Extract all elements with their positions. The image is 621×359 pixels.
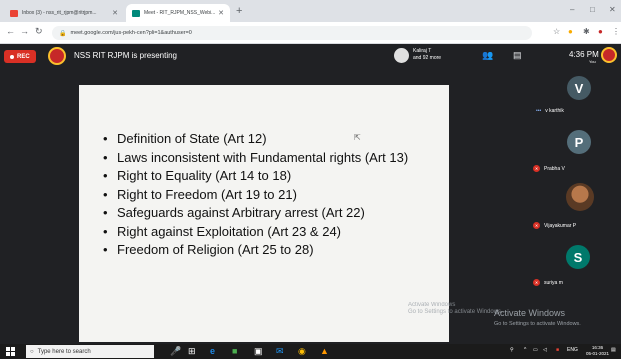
presenter-avatar: [48, 47, 66, 65]
windows-start-icon[interactable]: [6, 347, 15, 356]
taskbar-search[interactable]: ○ Type here to search: [26, 345, 154, 358]
participant-avatar: [394, 48, 409, 63]
taskbar-date: 05-01-2021: [586, 351, 610, 356]
briefcase-icon[interactable]: ▣: [254, 346, 263, 357]
task-view-icon[interactable]: ⊞: [188, 346, 196, 357]
mic-off-icon: ✕: [533, 222, 540, 229]
back-icon[interactable]: ←: [6, 26, 15, 36]
chrome-icon[interactable]: ◉: [298, 346, 306, 357]
browser-toolbar: ← → ↻ 🔒 meet.google.com/jus-pekh-cen?pli…: [0, 22, 621, 44]
people-tray-icon[interactable]: ⚲: [510, 347, 514, 353]
mail-icon[interactable]: ✉: [276, 346, 284, 357]
menu-icon[interactable]: ⋮: [612, 27, 620, 36]
participant-label: ✕ suriya m: [533, 279, 563, 286]
volume-icon[interactable]: ◁: [543, 347, 547, 353]
slide-bullet-list: Definition of State (Art 12) Laws incons…: [103, 131, 413, 261]
tab-title: Inbox (3) - nss_rit_rjpm@ritrjpm...: [22, 10, 97, 16]
presenting-text: NSS RIT RJPM is presenting: [74, 51, 177, 60]
antivirus-icon[interactable]: ■: [556, 347, 559, 353]
language-indicator[interactable]: ENG: [567, 347, 578, 353]
people-icon[interactable]: 👥: [482, 50, 493, 61]
browser-tab-strip: Inbox (3) - nss_rit_rjpm@ritrjpm... ✕ Me…: [0, 0, 621, 22]
profile-icon[interactable]: ●: [598, 27, 603, 36]
maximize-button[interactable]: □: [590, 5, 595, 14]
bullet-item: Right to Equality (Art 14 to 18): [103, 168, 413, 184]
bullet-item: Freedom of Religion (Art 25 to 28): [103, 242, 413, 258]
activation-watermark-subtitle: Go to Settings to activate Windows.: [494, 321, 581, 327]
participant-name: suriya m: [544, 279, 563, 286]
reload-icon[interactable]: ↻: [35, 26, 43, 37]
participant-avatar-vkarthik: V: [567, 76, 591, 100]
participant-label: ••• v karthik: [536, 108, 564, 114]
gmail-icon: [10, 9, 18, 17]
address-bar[interactable]: 🔒 meet.google.com/jus-pekh-cen?pli=1&aut…: [52, 26, 532, 40]
edge-icon[interactable]: e: [210, 346, 215, 356]
tab-gmail[interactable]: Inbox (3) - nss_rit_rjpm@ritrjpm... ✕: [4, 4, 124, 22]
participant-label: ✕ Vijayakumar P: [533, 222, 576, 229]
meeting-clock: 4:36 PM: [569, 50, 599, 59]
url-text: meet.google.com/jus-pekh-cen?pli=1&authu…: [70, 30, 192, 36]
star-icon[interactable]: ☆: [553, 27, 560, 36]
self-avatar: [601, 47, 617, 63]
participant-name: Kaliraj T: [413, 48, 432, 54]
chat-icon[interactable]: ▤: [513, 50, 522, 61]
participant-avatar-suriya: S: [566, 245, 590, 269]
bullet-item: Right against Exploitation (Art 23 & 24): [103, 224, 413, 240]
watermark-title: Activate Windows: [408, 302, 456, 308]
activation-watermark: Activate Windows: [494, 308, 566, 318]
extension-icon[interactable]: ●: [568, 27, 573, 36]
taskbar-clock[interactable]: 16:36 05-01-2021: [586, 345, 609, 357]
search-icon: ○: [30, 348, 34, 355]
windows-taskbar: ○ Type here to search 🎤 ⊞ e ■ ▣ ✉ ◉ ▲ ⚲ …: [0, 344, 621, 359]
search-placeholder: Type here to search: [37, 348, 91, 355]
mouse-cursor-icon: ⇱: [354, 133, 361, 142]
bullet-item: Laws inconsistent with Fundamental right…: [103, 150, 413, 166]
meet-icon: [132, 9, 140, 17]
speaking-dots-icon: •••: [536, 108, 542, 114]
screen: Inbox (3) - nss_rit_rjpm@ritrjpm... ✕ Me…: [0, 0, 621, 359]
participant-photo-vijayakumar: [566, 183, 594, 211]
vlc-icon[interactable]: ▲: [320, 346, 329, 356]
store-icon[interactable]: ■: [232, 346, 237, 356]
notification-icon[interactable]: ▤: [611, 347, 616, 353]
chevron-up-icon[interactable]: ^: [524, 347, 526, 353]
lock-icon: 🔒: [59, 30, 67, 37]
close-tab-icon[interactable]: ✕: [112, 9, 118, 17]
network-icon[interactable]: ▭: [533, 347, 538, 353]
bullet-item: Safeguards against Arbitrary arrest (Art…: [103, 205, 413, 221]
new-tab-button[interactable]: +: [236, 5, 242, 17]
mic-icon[interactable]: 🎤: [170, 346, 181, 357]
participant-avatar-prabha: P: [567, 130, 591, 154]
bullet-item: Right to Freedom (Art 19 to 21): [103, 187, 413, 203]
activation-watermark-small: Activate Windows Go to Settings to activ…: [408, 302, 503, 316]
close-tab-icon[interactable]: ✕: [218, 9, 224, 17]
participant-name: Prabha V: [544, 165, 565, 172]
participants-summary[interactable]: Kaliraj T and 92 more: [413, 48, 441, 62]
tab-meet[interactable]: Meet - RIT_RJPM_NSS_Webi... ✕: [126, 4, 230, 22]
forward-icon[interactable]: →: [20, 26, 29, 36]
meet-top-bar: REC NSS RIT RJPM is presenting Kaliraj T…: [0, 44, 621, 68]
puzzle-icon[interactable]: ✱: [583, 27, 590, 36]
participant-name: v karthik: [545, 108, 564, 114]
watermark-subtitle: Go to Settings to activate Windows.: [408, 309, 503, 315]
participant-label: ✕ Prabha V: [533, 165, 565, 172]
presentation-slide: Definition of State (Art 12) Laws incons…: [79, 85, 449, 342]
rec-label: REC: [17, 53, 30, 60]
bullet-item: Definition of State (Art 12): [103, 131, 413, 147]
mic-off-icon: ✕: [533, 279, 540, 286]
participant-name: Vijayakumar P: [544, 222, 577, 229]
mic-off-icon: ✕: [533, 165, 540, 172]
record-dot-icon: [10, 54, 14, 59]
recording-badge: REC: [4, 50, 36, 63]
participant-more: and 92 more: [413, 55, 442, 61]
tab-title: Meet - RIT_RJPM_NSS_Webi...: [144, 10, 216, 16]
close-window-button[interactable]: ✕: [609, 5, 616, 14]
you-label: You: [589, 59, 596, 64]
minimize-button[interactable]: –: [570, 5, 574, 14]
